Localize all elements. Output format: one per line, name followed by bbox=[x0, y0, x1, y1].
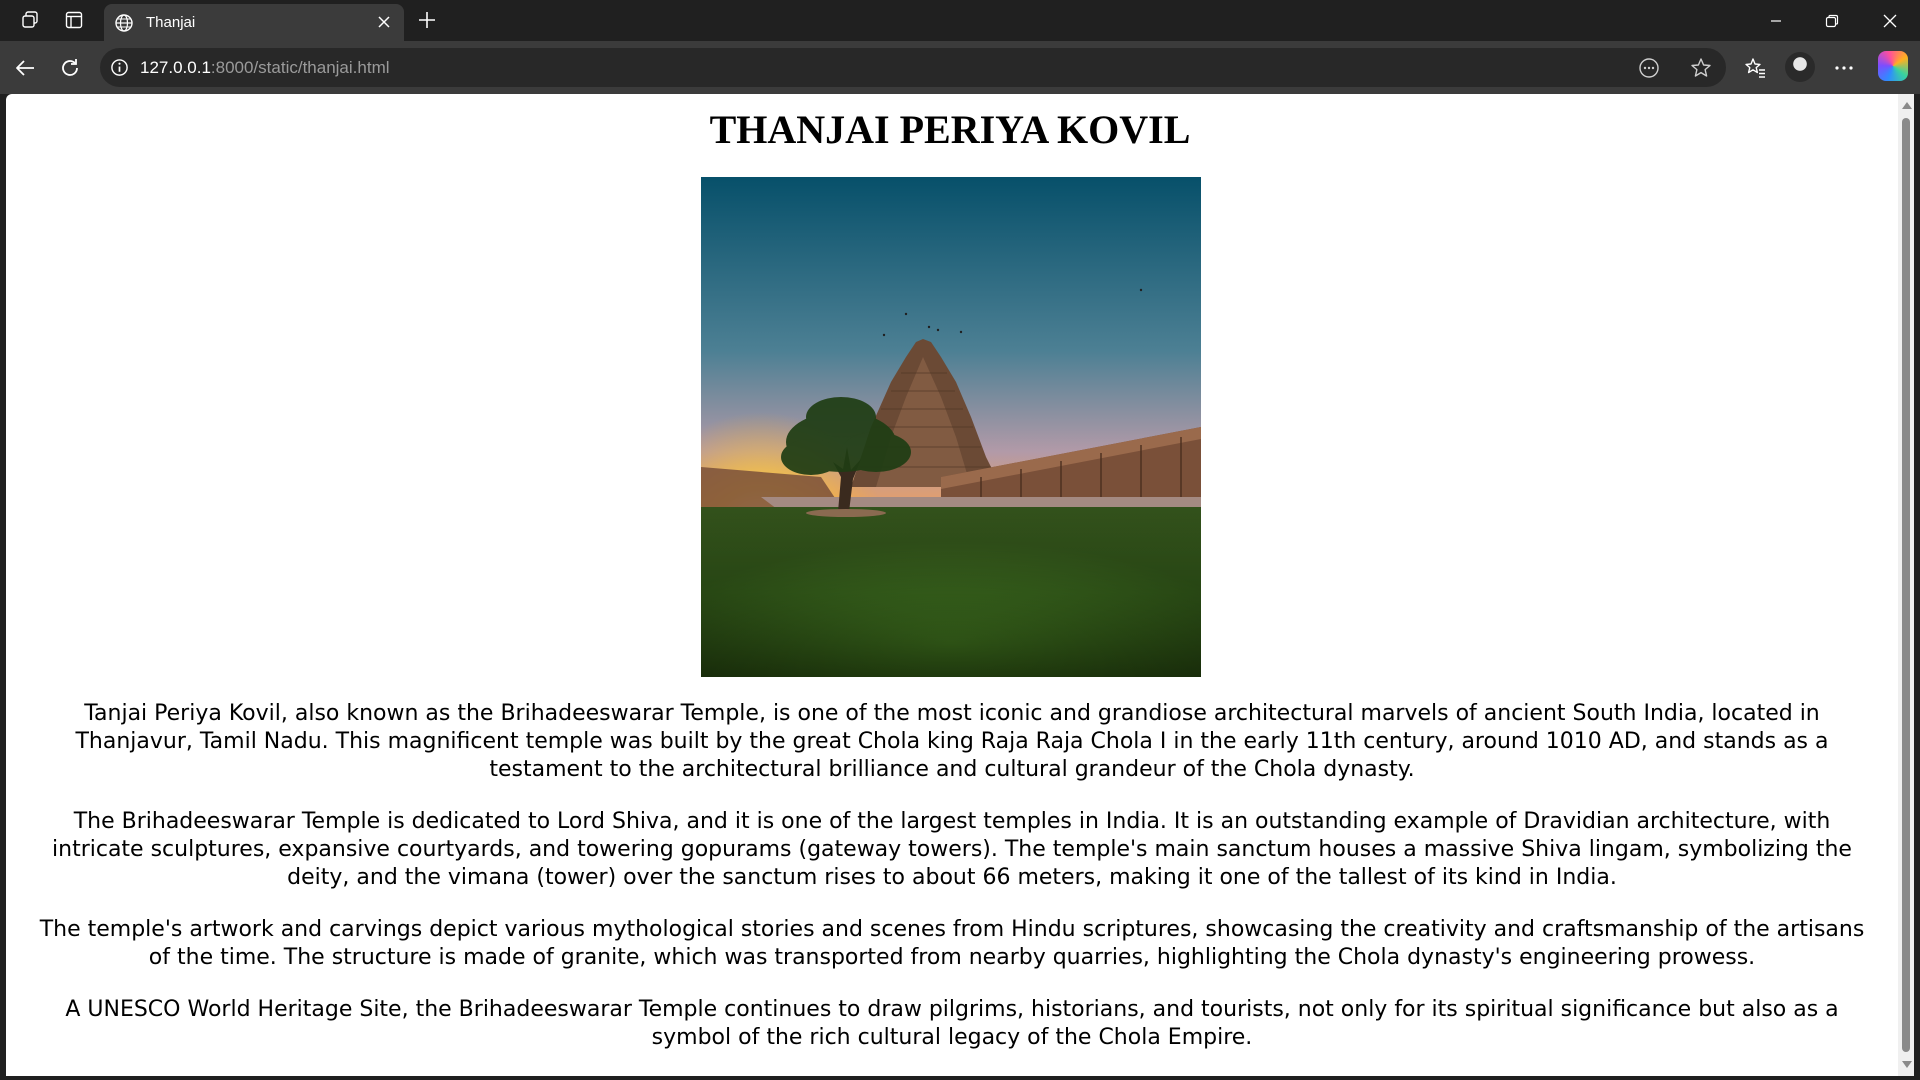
browser-toolbar: 127.0.0.1:8000/static/thanjai.html bbox=[0, 41, 1920, 94]
active-tab[interactable]: Thanjai bbox=[104, 4, 404, 41]
page-viewport: THANJAI PERIYA KOVIL Tanjai Periya Kovil… bbox=[6, 94, 1898, 1076]
paragraph: The Brihadeeswarar Temple is dedicated t… bbox=[52, 809, 1852, 890]
url-text[interactable]: 127.0.0.1:8000/static/thanjai.html bbox=[140, 58, 390, 78]
minimize-icon[interactable] bbox=[1748, 0, 1804, 41]
scroll-thumb[interactable] bbox=[1902, 118, 1910, 1052]
scroll-down-arrow-icon[interactable] bbox=[1902, 1061, 1912, 1068]
reading-mode-icon[interactable] bbox=[1638, 57, 1660, 79]
address-bar[interactable]: 127.0.0.1:8000/static/thanjai.html bbox=[100, 48, 1726, 87]
window-frame bbox=[1914, 94, 1920, 1080]
paragraph: Tanjai Periya Kovil, also known as the B… bbox=[75, 701, 1829, 782]
paragraph: The temple's artwork and carvings depict… bbox=[39, 917, 1865, 970]
close-tab-icon[interactable] bbox=[374, 12, 394, 32]
restore-icon[interactable] bbox=[1804, 0, 1860, 41]
page-title: THANJAI PERIYA KOVIL bbox=[709, 107, 1191, 152]
temple-photo bbox=[701, 177, 1201, 677]
more-options-icon[interactable] bbox=[1828, 52, 1860, 84]
workspaces-icon[interactable] bbox=[16, 6, 44, 34]
refresh-icon[interactable] bbox=[55, 53, 85, 83]
profile-avatar[interactable] bbox=[1785, 52, 1815, 82]
back-arrow-icon[interactable] bbox=[10, 53, 40, 83]
close-window-icon[interactable] bbox=[1862, 0, 1918, 41]
favorite-star-icon[interactable] bbox=[1690, 57, 1712, 79]
article-body: Tanjai Periya Kovil, also known as the B… bbox=[26, 700, 1878, 1076]
favorites-icon[interactable] bbox=[1739, 52, 1771, 84]
scroll-up-arrow-icon[interactable] bbox=[1902, 102, 1912, 109]
browser-titlebar: Thanjai bbox=[0, 0, 1920, 41]
new-tab-button[interactable] bbox=[414, 7, 440, 33]
site-info-icon[interactable] bbox=[110, 58, 129, 77]
window-frame bbox=[0, 1076, 1920, 1080]
tab-title: Thanjai bbox=[146, 14, 196, 31]
copilot-icon[interactable] bbox=[1878, 51, 1908, 81]
vertical-tabs-icon[interactable] bbox=[60, 6, 88, 34]
vertical-scrollbar[interactable] bbox=[1898, 94, 1914, 1076]
paragraph: A UNESCO World Heritage Site, the Brihad… bbox=[65, 997, 1839, 1050]
globe-icon bbox=[115, 14, 133, 32]
